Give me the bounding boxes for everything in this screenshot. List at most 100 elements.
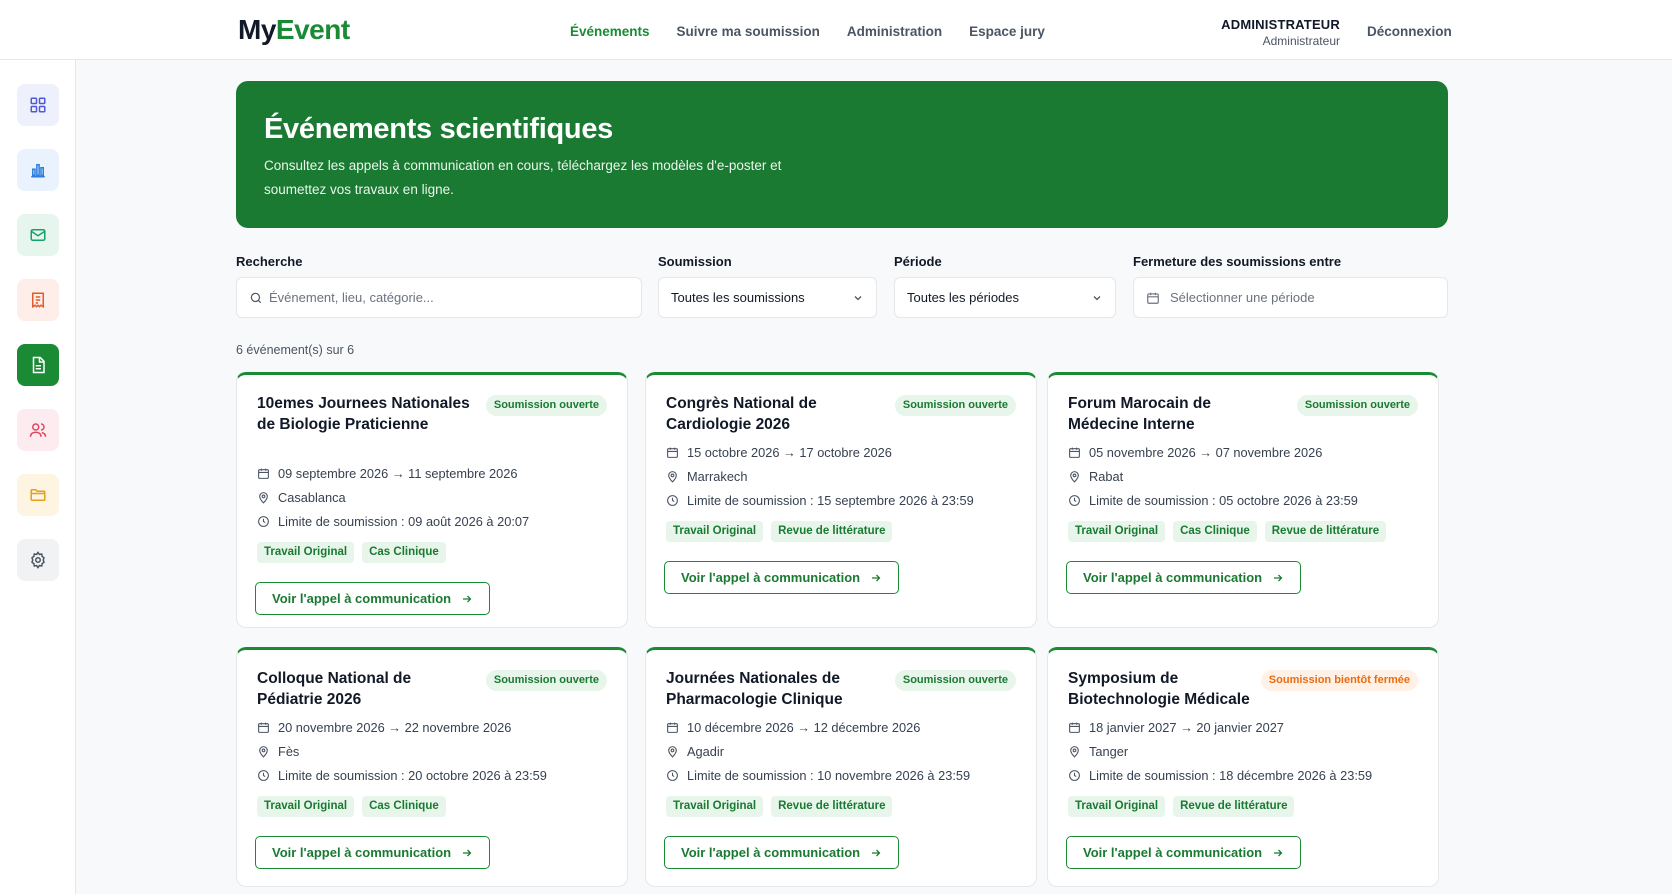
event-location: Agadir [666,744,724,759]
event-title[interactable]: 10emes Journees Nationales de Biologie P… [257,393,477,435]
nav-suivre-soumission[interactable]: Suivre ma soumission [677,24,820,39]
logo-text-event: Event [275,14,350,45]
category-tag: Revue de littérature [771,796,893,817]
event-title[interactable]: Congrès National de Cardiologie 2026 [666,393,866,435]
chevron-down-icon [1093,295,1101,300]
search-icon [250,292,262,303]
event-location: Fès [257,744,299,759]
event-title[interactable]: Colloque National de Pédiatrie 2026 [257,668,457,710]
mail-icon [30,229,46,241]
status-badge: Soumission bientôt fermée [1260,670,1418,691]
search-input[interactable]: Événement, lieu, catégorie... [236,277,642,318]
calendar-icon [667,722,678,733]
view-call-button[interactable]: Voir l'appel à communication [664,836,900,869]
event-card: Symposium de Biotechnologie Médicale Sou… [1047,647,1439,887]
map-pin-icon [668,471,677,483]
event-title[interactable]: Journées Nationales de Pharmacologie Cli… [666,668,866,710]
top-header: MyEvent Événements Suivre ma soumission … [0,0,1672,60]
status-badge: Soumission ouverte [1296,395,1418,416]
category-tags: Travail Original Revue de littérature [1068,796,1295,817]
category-tags: Travail Original Cas Clinique [257,796,446,817]
sidebar-item-invoices[interactable] [17,279,59,321]
event-location: Casablanca [257,490,346,505]
arrow-right-icon [463,595,472,602]
arrow-right-icon [872,849,881,856]
event-title[interactable]: Symposium de Biotechnologie Médicale [1068,668,1268,710]
sidebar-item-files[interactable] [17,474,59,516]
event-deadline: Limite de soumission : 18 décembre 2026 … [1068,768,1372,783]
arrow-right-icon [1274,574,1283,581]
category-tag: Travail Original [1068,521,1166,542]
search-label: Recherche [236,254,303,269]
sidebar-item-users[interactable] [17,409,59,451]
main-nav: Événements Suivre ma soumission Administ… [570,24,1072,39]
submission-select-value: Toutes les soumissions [671,290,805,305]
nav-evenements[interactable]: Événements [570,24,650,39]
event-dates: 05 novembre 2026 → 07 novembre 2026 [1068,445,1322,460]
clock-icon [1069,770,1080,781]
event-deadline: Limite de soumission : 15 septembre 2026… [666,493,974,508]
event-location: Marrakech [666,469,747,484]
category-tag: Revue de littérature [1264,521,1387,542]
search-placeholder: Événement, lieu, catégorie... [269,290,434,305]
period-select[interactable]: Toutes les périodes [894,277,1116,318]
category-tags: Travail Original Revue de littérature [666,796,893,817]
category-tag: Travail Original [257,796,355,817]
event-card: Journées Nationales de Pharmacologie Cli… [645,647,1037,887]
app-logo[interactable]: MyEvent [238,14,350,46]
nav-administration[interactable]: Administration [847,24,942,39]
sidebar [0,60,76,894]
category-tag: Cas Clinique [1173,521,1257,542]
view-call-button[interactable]: Voir l'appel à communication [1066,561,1302,594]
map-pin-icon [668,746,677,758]
event-card: Forum Marocain de Médecine Interne Soumi… [1047,372,1439,628]
submission-select[interactable]: Toutes les soumissions [658,277,877,318]
category-tag: Travail Original [666,796,764,817]
arrow-right-icon [1274,849,1283,856]
event-dates: 15 octobre 2026 → 17 octobre 2026 [666,445,892,460]
page-subtitle: Consultez les appels à communication en … [264,158,782,197]
event-location: Rabat [1068,469,1123,484]
clock-icon [1069,495,1080,506]
gear-icon [31,551,45,569]
category-tag: Cas Clinique [362,542,446,563]
event-title[interactable]: Forum Marocain de Médecine Interne [1068,393,1268,435]
event-deadline: Limite de soumission : 10 novembre 2026 … [666,768,970,783]
sidebar-item-statistics[interactable] [17,149,59,191]
calendar-icon [1069,722,1080,733]
category-tag: Revue de littérature [771,521,893,542]
receipt-icon [32,292,44,309]
view-call-button[interactable]: Voir l'appel à communication [1066,836,1302,869]
page-title: Événements scientifiques [264,113,613,145]
sidebar-item-submissions[interactable] [17,344,59,386]
clock-icon [667,495,678,506]
category-tag: Travail Original [666,521,764,542]
category-tags: Travail Original Revue de littérature [666,521,893,542]
clock-icon [258,770,269,781]
map-pin-icon [259,492,268,504]
nav-espace-jury[interactable]: Espace jury [969,24,1045,39]
view-call-button[interactable]: Voir l'appel à communication [255,582,491,615]
sidebar-item-dashboard[interactable] [17,84,59,126]
submission-label: Soumission [658,254,732,269]
sidebar-item-settings[interactable] [17,539,59,581]
view-call-button[interactable]: Voir l'appel à communication [255,836,491,869]
user-info: ADMINISTRATEUR Administrateur [1190,17,1340,48]
view-call-button[interactable]: Voir l'appel à communication [664,561,900,594]
map-pin-icon [259,746,268,758]
sidebar-item-messages[interactable] [17,214,59,256]
event-card: 10emes Journees Nationales de Biologie P… [236,372,628,628]
event-dates: 09 septembre 2026 → 11 septembre 2026 [257,466,518,481]
user-role: Administrateur [1262,34,1340,48]
closing-range-picker[interactable]: Sélectionner une période [1133,277,1448,318]
event-location: Tanger [1068,744,1128,759]
event-card: Colloque National de Pédiatrie 2026 Soum… [236,647,628,887]
period-label: Période [894,254,942,269]
category-tags: Travail Original Cas Clinique Revue de lit… [1068,521,1387,542]
logout-link[interactable]: Déconnexion [1367,24,1452,39]
event-dates: 20 novembre 2026 → 22 novembre 2026 [257,720,511,735]
category-tags: Travail Original Cas Clinique [257,542,446,563]
chevron-down-icon [854,295,862,300]
event-deadline: Limite de soumission : 20 octobre 2026 à… [257,768,547,783]
closing-range-label: Fermeture des soumissions entre [1133,254,1342,269]
